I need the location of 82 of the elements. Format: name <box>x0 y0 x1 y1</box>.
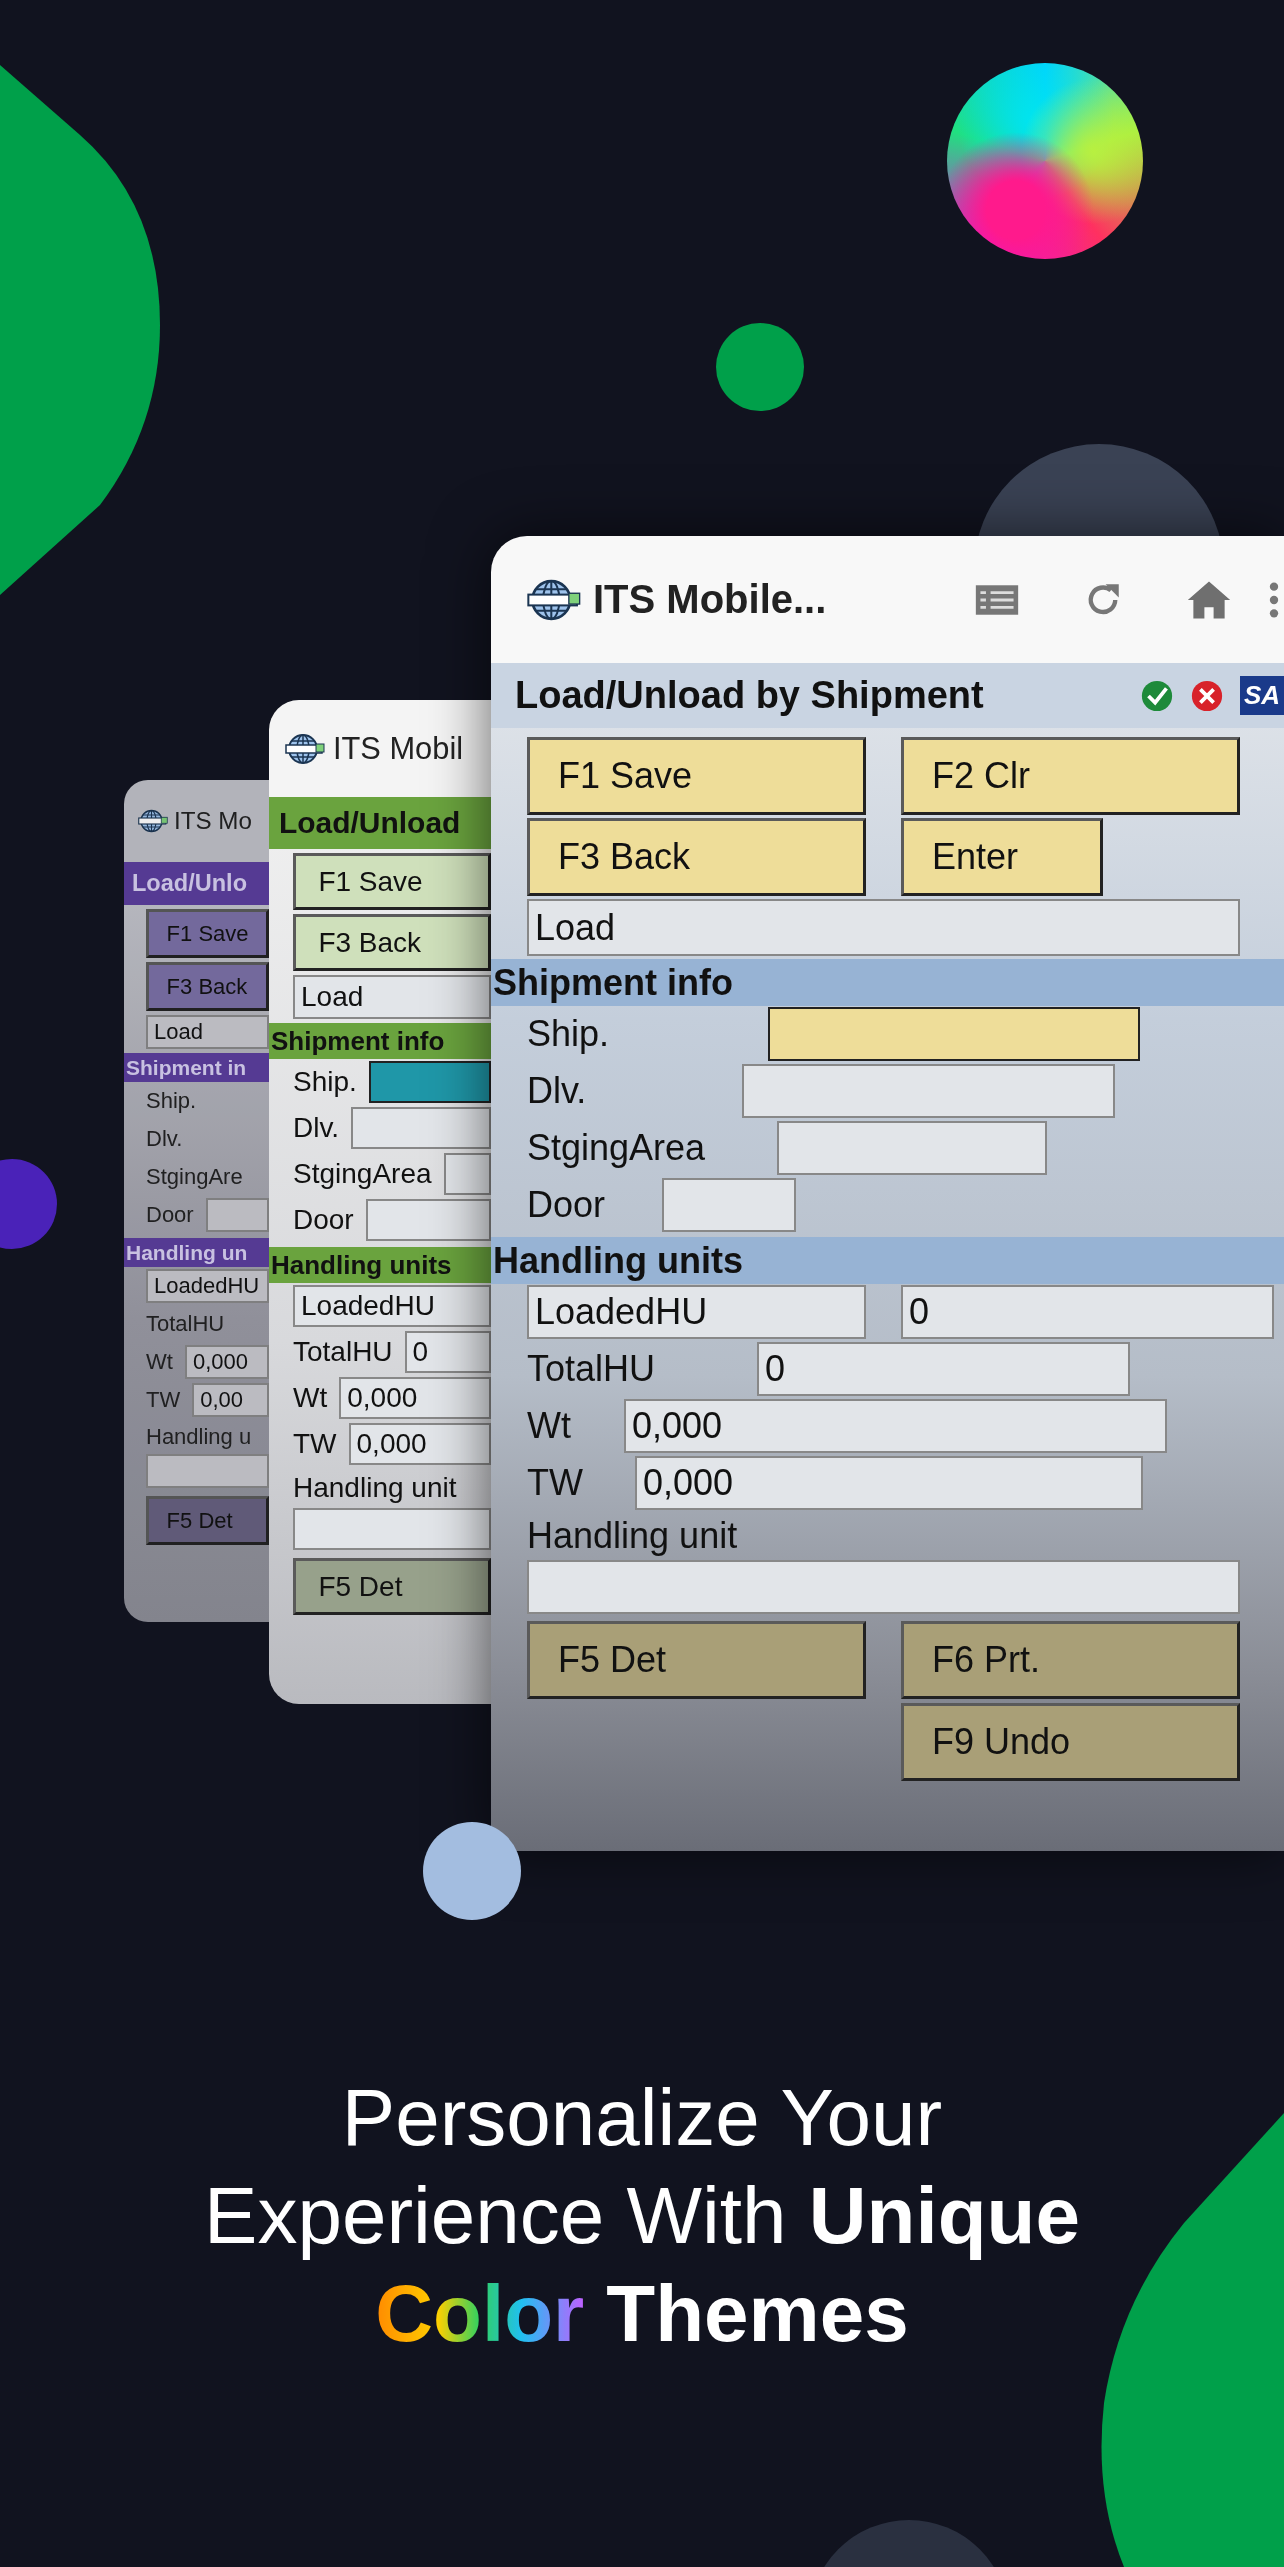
field-label: Wt <box>527 1405 572 1447</box>
input-field[interactable] <box>742 1064 1115 1118</box>
field-label: Handling unit <box>527 1514 738 1557</box>
field-label: Wt <box>293 1382 328 1414</box>
input-field[interactable] <box>368 1061 491 1103</box>
section-header: Shipment info <box>269 1023 491 1059</box>
input-field[interactable] <box>662 1178 796 1232</box>
field-label: Ship. <box>527 1013 611 1055</box>
field-label: StgingArea <box>527 1127 707 1169</box>
function-button[interactable]: F2 Clr <box>901 737 1240 815</box>
screen-title: Load/Unload <box>279 806 461 840</box>
input-field[interactable] <box>293 1508 491 1551</box>
function-button[interactable]: Enter <box>901 818 1103 896</box>
input-field[interactable] <box>768 1007 1140 1061</box>
section-header: Handling units <box>269 1247 491 1283</box>
function-button[interactable]: F9 Undo <box>901 1702 1240 1781</box>
field-label: Wt <box>146 1349 173 1375</box>
function-button[interactable]: F1 Save <box>146 909 269 958</box>
input-field[interactable]: 0,00 <box>192 1383 269 1417</box>
input-field[interactable]: 0 <box>404 1331 491 1373</box>
function-button[interactable]: F6 Prt. <box>901 1620 1240 1699</box>
input-field[interactable]: 0,000 <box>635 1456 1143 1510</box>
input-field[interactable] <box>777 1121 1047 1175</box>
field-label: LoadedHU <box>146 1269 269 1303</box>
field-label: Handling u <box>146 1423 252 1450</box>
input-field[interactable] <box>527 1559 1240 1614</box>
input-field[interactable]: Load <box>146 1015 269 1049</box>
section-header: Handling un <box>124 1238 269 1267</box>
input-field[interactable]: 0,000 <box>184 1345 269 1379</box>
section-header: Shipment info <box>491 959 1284 1006</box>
function-button[interactable]: F5 Det <box>527 1620 866 1699</box>
app-title: ITS Mobil <box>333 730 464 767</box>
input-field[interactable] <box>365 1199 491 1241</box>
input-field[interactable]: 0,000 <box>624 1399 1167 1453</box>
field-label: Door <box>146 1202 194 1228</box>
field-label: TW <box>146 1387 181 1413</box>
input-field[interactable]: 0,000 <box>348 1423 491 1465</box>
field-label: LoadedHU <box>293 1285 491 1327</box>
input-field[interactable]: Load <box>293 975 491 1019</box>
field-label: TW <box>293 1428 337 1460</box>
app-title: ITS Mobile... <box>593 577 827 622</box>
globe-icon <box>527 577 581 622</box>
function-button[interactable]: F1 Save <box>527 737 866 815</box>
field-label: StgingArea <box>293 1158 432 1190</box>
field-label: Dlv. <box>527 1070 588 1112</box>
section-header: Handling units <box>491 1237 1284 1284</box>
field-label: Dlv. <box>146 1126 183 1152</box>
screen-title: Load/Unload by Shipment <box>515 674 984 717</box>
field-label: TW <box>527 1462 584 1504</box>
function-button[interactable]: F3 Back <box>527 818 866 896</box>
input-field[interactable] <box>205 1198 269 1232</box>
input-field[interactable]: Load <box>527 899 1240 956</box>
field-label: TotalHU <box>146 1311 225 1337</box>
input-field[interactable]: 0 <box>901 1285 1274 1339</box>
field-label: Handling unit <box>293 1471 457 1504</box>
field-label: Ship. <box>146 1088 197 1114</box>
cancel-icon[interactable] <box>1190 678 1224 713</box>
field-label: Dlv. <box>293 1112 340 1144</box>
field-label: LoadedHU <box>527 1285 866 1339</box>
globe-icon <box>138 809 168 833</box>
app-title: ITS Mo <box>174 807 252 835</box>
check-icon[interactable] <box>1140 678 1174 713</box>
headline: Personalize Your Experience With Unique Color Themes <box>203 2072 1081 2360</box>
field-label: TotalHU <box>293 1336 393 1368</box>
logo: SA <box>1240 676 1284 715</box>
function-button[interactable]: F1 Save <box>293 853 491 910</box>
input-field[interactable]: 0,000 <box>339 1377 491 1419</box>
field-label: Ship. <box>293 1066 357 1098</box>
field-label: TotalHU <box>527 1348 657 1390</box>
input-field[interactable] <box>146 1454 269 1489</box>
screen-title: Load/Unlo <box>132 870 248 897</box>
function-button[interactable]: F3 Back <box>146 962 269 1011</box>
field-label: Door <box>293 1204 354 1236</box>
input-field[interactable] <box>443 1153 491 1195</box>
globe-icon <box>285 732 325 765</box>
section-header: Shipment in <box>124 1053 269 1082</box>
function-button[interactable]: F5 Det <box>293 1558 491 1616</box>
function-button[interactable]: F3 Back <box>293 914 491 971</box>
field-label: Door <box>527 1184 607 1226</box>
input-field[interactable]: 0 <box>757 1342 1130 1396</box>
field-label: StgingAre <box>146 1164 243 1190</box>
input-field[interactable] <box>351 1107 491 1149</box>
